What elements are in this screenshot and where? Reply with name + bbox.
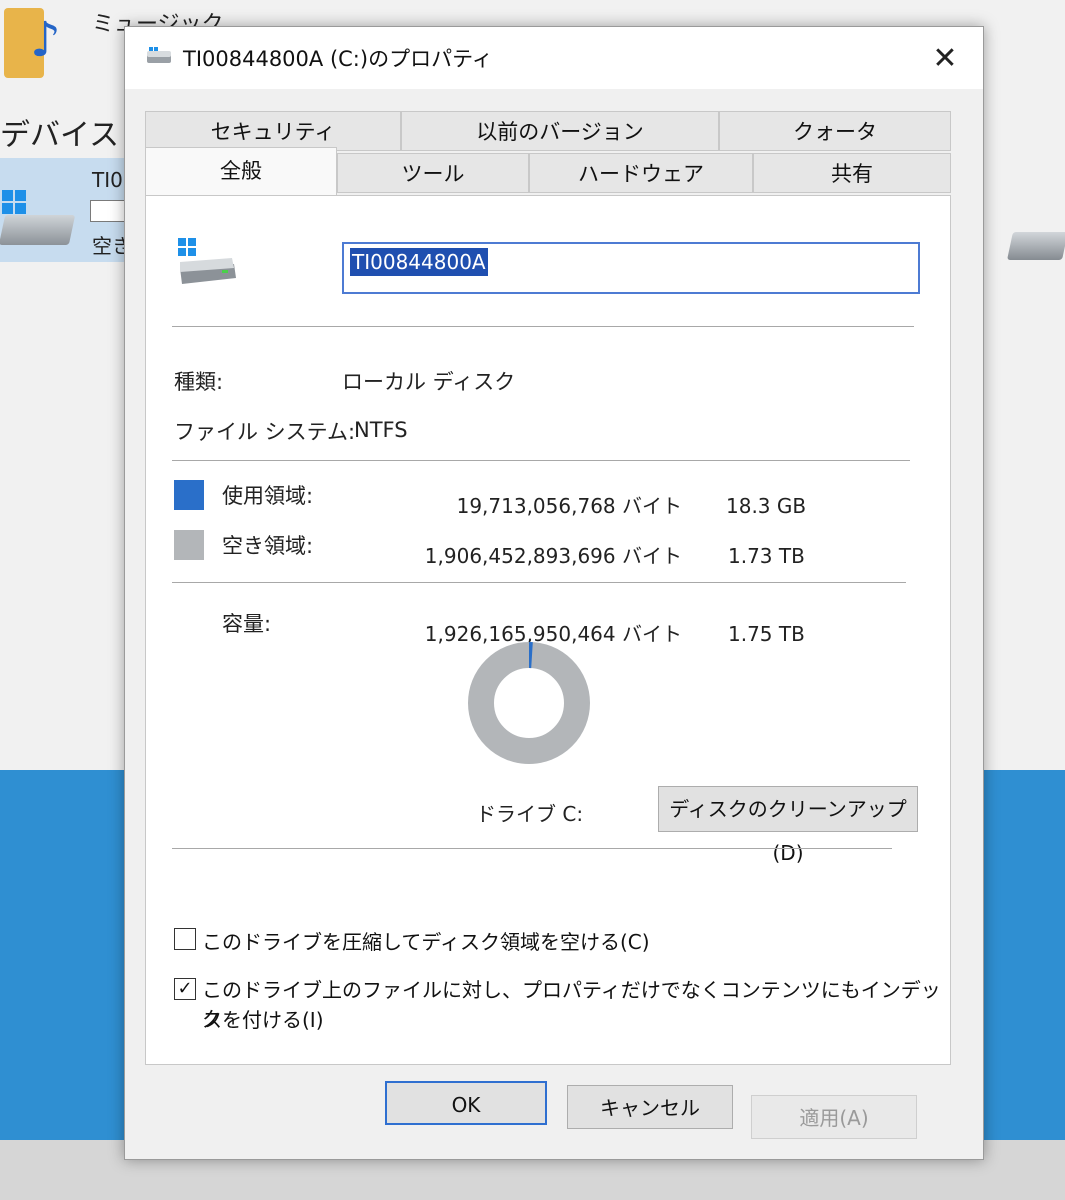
tab-sharing[interactable]: 共有 [753, 153, 951, 193]
tab-security[interactable]: セキュリティ [145, 111, 401, 151]
compress-drive-checkbox[interactable] [174, 928, 196, 950]
divider [172, 460, 910, 461]
tab-general[interactable]: 全般 [145, 147, 337, 199]
drive-tile-name: TI0 [92, 168, 123, 192]
drive-name-input[interactable]: TI00844800A [342, 242, 920, 294]
hard-drive-icon [1007, 232, 1065, 260]
used-space-swatch [174, 480, 204, 510]
apply-button[interactable]: 適用(A) [751, 1095, 917, 1139]
divider [172, 848, 892, 849]
donut-free-segment [468, 642, 590, 764]
drive-letter-label: ドライブ C: [476, 802, 584, 826]
type-value: ローカル ディスク [342, 370, 516, 394]
hard-drive-icon [147, 47, 171, 63]
free-space-label: 空き領域: [222, 534, 314, 558]
capacity-label: 容量: [222, 612, 272, 636]
general-tab-panel: TI00844800A 種類: ローカル ディスク ファイル システム: NTF… [145, 195, 951, 1065]
dialog-title: TI00844800A (C:)のプロパティ [183, 47, 493, 71]
drive-usage-bar [90, 200, 128, 222]
index-contents-label-line2: スを付ける(I) [202, 1008, 324, 1032]
drive-properties-dialog: TI00844800A (C:)のプロパティ ✕ セキュリティ 以前のバージョン… [124, 26, 984, 1160]
used-space-bytes: 19,713,056,768 バイト [456, 494, 682, 518]
tab-tools[interactable]: ツール [337, 153, 529, 193]
hard-drive-icon [178, 238, 236, 284]
drive-name-value: TI00844800A [350, 248, 488, 276]
hard-drive-icon [0, 215, 76, 245]
free-space-swatch [174, 530, 204, 560]
cancel-button[interactable]: キャンセル [567, 1085, 733, 1129]
tab-previous-versions[interactable]: 以前のバージョン [401, 111, 719, 151]
filesystem-label: ファイル システム: [174, 420, 356, 444]
free-space-bytes: 1,906,452,893,696 バイト [424, 544, 682, 568]
dialog-titlebar[interactable]: TI00844800A (C:)のプロパティ ✕ [125, 27, 983, 89]
ok-button[interactable]: OK [385, 1081, 547, 1125]
divider [172, 326, 914, 327]
capacity-size: 1.75 TB [728, 622, 805, 646]
usage-donut-chart [468, 642, 590, 764]
used-space-label: 使用領域: [222, 484, 314, 508]
type-label: 種類: [174, 370, 224, 394]
close-button[interactable]: ✕ [923, 37, 967, 81]
music-note-icon: ♪ [30, 12, 61, 68]
tab-quota[interactable]: クォータ [719, 111, 951, 151]
index-contents-checkbox[interactable]: ✓ [174, 978, 196, 1000]
divider [172, 582, 906, 583]
compress-drive-label: このドライブを圧縮してディスク領域を空ける(C) [202, 930, 650, 954]
used-space-size: 18.3 GB [726, 494, 807, 518]
free-space-size: 1.73 TB [728, 544, 805, 568]
tab-hardware[interactable]: ハードウェア [529, 153, 753, 193]
disk-cleanup-button[interactable]: ディスクのクリーンアップ(D) [658, 786, 918, 865]
windows-logo-icon [2, 190, 26, 214]
filesystem-value: NTFS [354, 418, 408, 442]
